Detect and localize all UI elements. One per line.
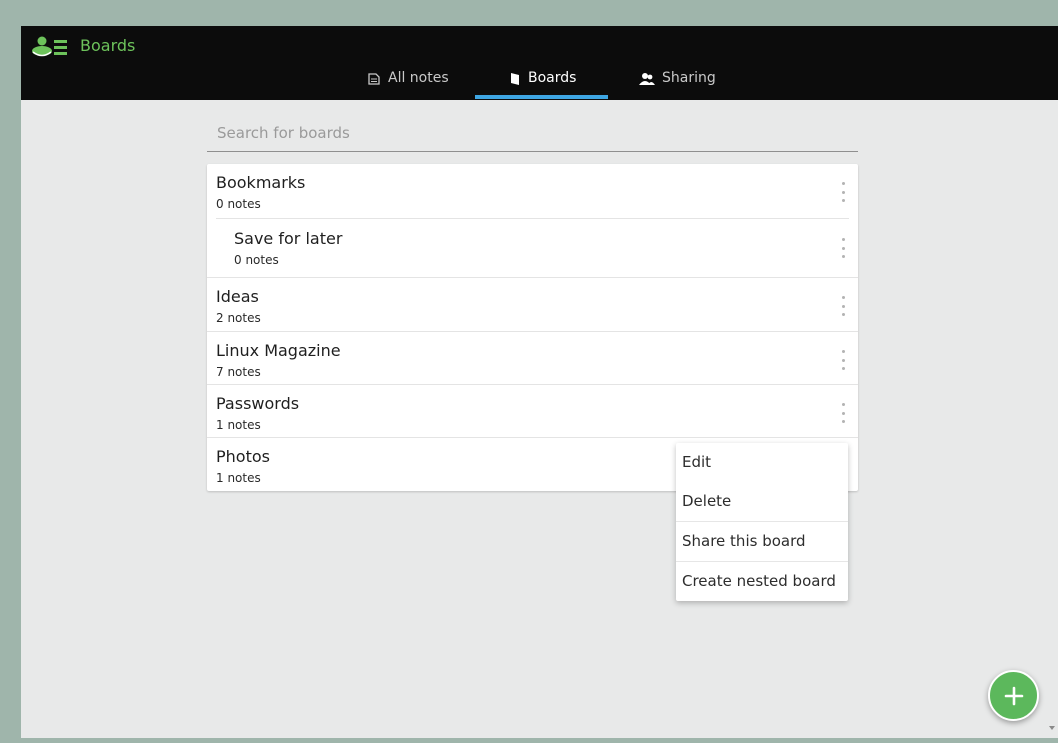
search-input[interactable]: [207, 114, 858, 152]
board-row-linux-magazine[interactable]: Linux Magazine 7 notes: [207, 332, 858, 385]
board-name: Linux Magazine: [216, 341, 341, 360]
app-bar: Boards All notes Boards Sharing: [21, 26, 1058, 100]
board-icon: [511, 73, 519, 85]
menu-item-delete[interactable]: Delete: [676, 482, 848, 521]
plus-icon: [1004, 686, 1023, 705]
board-list: Bookmarks 0 notes Save for later 0 notes…: [207, 164, 858, 491]
add-board-button[interactable]: [988, 670, 1039, 721]
scroll-down-icon[interactable]: [1049, 726, 1055, 730]
board-row-ideas[interactable]: Ideas 2 notes: [207, 278, 858, 332]
tab-sharing[interactable]: Sharing: [639, 70, 716, 100]
board-context-menu: Edit Delete Share this board Create nest…: [676, 443, 848, 601]
board-note-count: 0 notes: [216, 197, 261, 211]
board-row-save-for-later[interactable]: Save for later 0 notes: [207, 219, 858, 278]
app-window: Boards All notes Boards Sharing Search f…: [21, 26, 1058, 738]
board-note-count: 7 notes: [216, 365, 261, 379]
board-row-passwords[interactable]: Passwords 1 notes: [207, 385, 858, 438]
menu-item-share-board[interactable]: Share this board: [676, 521, 848, 560]
board-note-count: 0 notes: [234, 253, 279, 267]
more-options-icon[interactable]: [840, 296, 846, 316]
board-note-count: 2 notes: [216, 311, 261, 325]
menu-item-create-nested-board[interactable]: Create nested board: [676, 561, 848, 600]
app-logo-icon: [32, 36, 67, 57]
tab-label: Sharing: [662, 70, 716, 86]
board-name: Bookmarks: [216, 173, 306, 192]
board-name: Ideas: [216, 287, 259, 306]
more-options-icon[interactable]: [840, 403, 846, 423]
app-title: Boards: [80, 36, 136, 55]
tab-label: Boards: [528, 70, 577, 86]
board-name: Passwords: [216, 394, 300, 413]
board-note-count: 1 notes: [216, 418, 261, 432]
more-options-icon[interactable]: [840, 238, 846, 258]
board-name: Photos: [216, 447, 270, 466]
menu-item-edit[interactable]: Edit: [676, 443, 848, 482]
notes-icon: [368, 73, 380, 85]
users-icon: [639, 73, 655, 85]
board-note-count: 1 notes: [216, 471, 261, 485]
board-row-bookmarks[interactable]: Bookmarks 0 notes: [207, 164, 858, 219]
tab-label: All notes: [388, 70, 449, 86]
active-tab-indicator: [475, 95, 608, 99]
tab-all-notes[interactable]: All notes: [367, 70, 449, 100]
board-name: Save for later: [234, 229, 343, 248]
more-options-icon[interactable]: [840, 350, 846, 370]
more-options-icon[interactable]: [840, 182, 846, 202]
